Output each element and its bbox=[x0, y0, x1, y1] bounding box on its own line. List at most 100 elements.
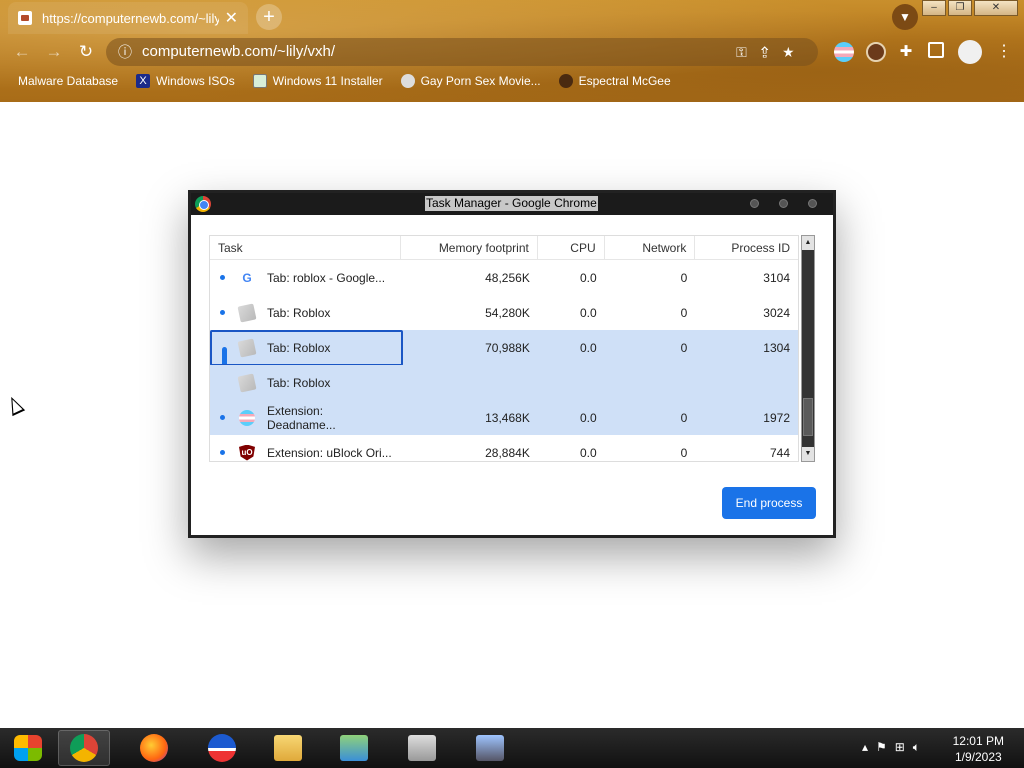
bookmark-movie[interactable]: Gay Porn Sex Movie... bbox=[400, 74, 541, 88]
roblox-icon bbox=[237, 373, 257, 392]
memory-value: 54,280K bbox=[485, 305, 530, 320]
process-id-value: 1304 bbox=[763, 340, 790, 355]
scroll-down-arrow-icon[interactable]: ▼ bbox=[802, 447, 814, 461]
ublock-shield-icon: uO bbox=[239, 444, 255, 461]
page-favicon-icon bbox=[18, 11, 32, 25]
image-file-icon bbox=[252, 74, 267, 88]
transgender-flag-icon bbox=[239, 409, 255, 426]
start-button[interactable] bbox=[2, 730, 54, 766]
browser-chrome: https://computernewb.com/~lily/ ✕ + ▼ – … bbox=[0, 0, 1024, 102]
bookmark-malware-database[interactable]: Malware Database bbox=[18, 74, 118, 88]
table-row-selected[interactable]: Extension: Deadname... 13,468K 0.0 0 197… bbox=[210, 400, 798, 435]
close-dot-button[interactable] bbox=[808, 199, 817, 208]
task-name: Extension: uBlock Ori... bbox=[267, 445, 392, 460]
restore-button[interactable]: ❐ bbox=[948, 0, 972, 16]
volume-icon[interactable]: 🔈︎ bbox=[913, 740, 920, 755]
tab-title: https://computernewb.com/~lily/ bbox=[42, 10, 219, 26]
new-tab-button[interactable]: + bbox=[256, 4, 282, 30]
column-header-cpu[interactable]: CPU bbox=[538, 236, 605, 259]
maximize-dot-button[interactable] bbox=[779, 199, 788, 208]
deadname-extension-icon[interactable] bbox=[834, 42, 854, 62]
navigation-row: ← → ↻ ⓘ computernewb.com/~lily/vxh/ ⚿⇪★ … bbox=[0, 36, 1024, 68]
tab-search-chevron-icon[interactable]: ▼ bbox=[892, 4, 918, 30]
scroll-up-arrow-icon[interactable]: ▲ bbox=[802, 236, 814, 250]
x-logo-icon: X bbox=[136, 74, 151, 88]
process-id-value: 3024 bbox=[763, 305, 790, 320]
task-name: Tab: Roblox bbox=[267, 305, 331, 320]
network-value: 0 bbox=[680, 410, 688, 425]
vertical-scrollbar[interactable]: ▲ ▼ bbox=[801, 235, 815, 462]
bookmark-espectral-mcgee[interactable]: Espectral McGee bbox=[558, 74, 671, 88]
column-header-network[interactable]: Network bbox=[605, 236, 696, 259]
taskbar-firefox[interactable] bbox=[128, 730, 180, 766]
task-name: Tab: Roblox bbox=[267, 340, 331, 355]
scroll-track[interactable] bbox=[802, 250, 814, 447]
tray-expand-icon[interactable]: ▴ bbox=[862, 740, 868, 755]
table-row[interactable]: Tab: Roblox 54,280K 0.0 0 3024 bbox=[210, 295, 798, 330]
address-bar[interactable]: ⓘ computernewb.com/~lily/vxh/ ⚿⇪★ bbox=[106, 38, 818, 66]
profile-extension-icon[interactable] bbox=[866, 42, 886, 62]
process-id-value: 1972 bbox=[763, 410, 790, 425]
extensions-puzzle-icon[interactable]: ✚ bbox=[896, 42, 916, 62]
memory-value: 13,468K bbox=[485, 410, 530, 425]
forward-arrow-icon[interactable]: → bbox=[42, 40, 66, 64]
clock[interactable]: 12:01 PM 1/9/2023 bbox=[953, 733, 1004, 765]
taskbar-app-box[interactable] bbox=[396, 730, 448, 766]
task-name: Tab: Roblox bbox=[267, 375, 331, 390]
task-name: Tab: roblox - Google... bbox=[267, 270, 386, 285]
process-id-value: 744 bbox=[769, 445, 790, 460]
side-panel-icon[interactable] bbox=[928, 42, 944, 58]
network-value: 0 bbox=[680, 270, 688, 285]
bookmark-label: Windows 11 Installer bbox=[272, 74, 383, 88]
scroll-thumb[interactable] bbox=[803, 398, 813, 436]
taskbar-app[interactable] bbox=[196, 730, 248, 766]
taskbar-file-explorer[interactable] bbox=[262, 730, 314, 766]
table-header: Task Memory footprint CPU Network Proces… bbox=[210, 236, 798, 260]
process-bullet-icon bbox=[220, 310, 225, 315]
minimize-button[interactable]: – bbox=[922, 0, 946, 16]
process-bullet-icon bbox=[220, 415, 225, 420]
task-manager-title: Task Manager - Google Chrome bbox=[425, 196, 598, 211]
taskbar-network[interactable] bbox=[328, 730, 380, 766]
minimize-dot-button[interactable] bbox=[750, 199, 759, 208]
firefox-icon bbox=[140, 734, 168, 762]
bookmark-label: Espectral McGee bbox=[578, 74, 671, 88]
process-table: Task Memory footprint CPU Network Proces… bbox=[209, 235, 799, 462]
bookmark-label: Windows ISOs bbox=[156, 74, 235, 88]
network-icon[interactable]: ⊞ bbox=[895, 740, 905, 755]
roblox-icon bbox=[237, 303, 257, 322]
mouse-cursor-icon bbox=[4, 393, 26, 417]
cpu-value: 0.0 bbox=[579, 410, 597, 425]
task-manager-titlebar[interactable]: Task Manager - Google Chrome bbox=[191, 193, 833, 215]
taskbar: ▴ ⚑ ⊞ 🔈︎ 12:01 PM 1/9/2023 bbox=[0, 728, 1024, 768]
taskbar-chrome[interactable] bbox=[58, 730, 110, 766]
system-tray: ▴ ⚑ ⊞ 🔈︎ bbox=[862, 740, 920, 755]
taskbar-computer[interactable] bbox=[464, 730, 516, 766]
table-row-selected[interactable]: Tab: Roblox 70,988K 0.0 0 1304 bbox=[210, 330, 798, 385]
tab-close-icon[interactable]: ✕ bbox=[225, 8, 238, 28]
close-window-button[interactable]: ✕ bbox=[974, 0, 1018, 16]
bookmark-windows-11-installer[interactable]: Windows 11 Installer bbox=[252, 74, 383, 88]
network-people-icon bbox=[340, 735, 368, 761]
column-header-task[interactable]: Task bbox=[210, 236, 402, 259]
omnibox-actions-icons[interactable]: ⚿⇪★ bbox=[736, 38, 808, 66]
profile-avatar-icon[interactable] bbox=[958, 40, 982, 64]
cpu-value: 0.0 bbox=[579, 305, 597, 320]
bookmark-windows-isos[interactable]: X Windows ISOs bbox=[136, 74, 235, 88]
package-box-icon bbox=[408, 735, 436, 761]
bookmarks-bar: Malware Database X Windows ISOs Windows … bbox=[18, 74, 671, 88]
site-info-icon[interactable]: ⓘ bbox=[118, 38, 132, 66]
back-arrow-icon[interactable]: ← bbox=[10, 40, 34, 64]
menu-kebab-icon[interactable]: ⋮ bbox=[996, 42, 1016, 62]
clock-time: 12:01 PM bbox=[952, 734, 1004, 748]
computer-icon bbox=[476, 735, 504, 761]
action-center-flag-icon[interactable]: ⚑ bbox=[876, 740, 887, 755]
column-header-memory[interactable]: Memory footprint bbox=[401, 236, 538, 259]
table-row[interactable]: G Tab: roblox - Google... 48,256K 0.0 0 3… bbox=[210, 260, 798, 295]
reload-icon[interactable]: ↻ bbox=[74, 40, 98, 64]
browser-tab[interactable]: https://computernewb.com/~lily/ ✕ bbox=[8, 2, 248, 34]
table-row[interactable]: uO Extension: uBlock Ori... 28,884K 0.0 0… bbox=[210, 435, 798, 461]
table-row-selected[interactable]: Tab: Roblox bbox=[210, 365, 798, 400]
column-header-process-id[interactable]: Process ID bbox=[695, 236, 798, 259]
end-process-button[interactable]: End process bbox=[722, 487, 816, 519]
